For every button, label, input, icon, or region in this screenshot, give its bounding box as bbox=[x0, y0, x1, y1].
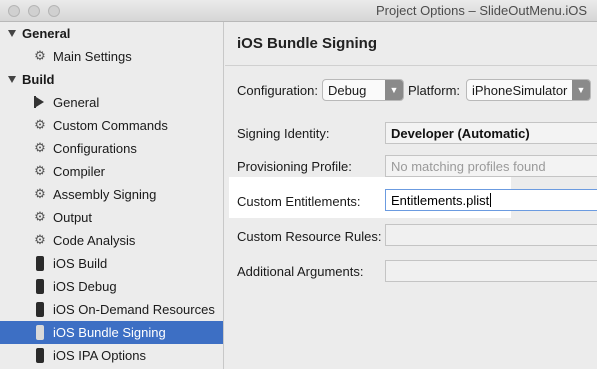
sidebar-item-label: iOS On-Demand Resources bbox=[53, 302, 215, 317]
sidebar-item-label: iOS Debug bbox=[53, 279, 117, 294]
window-title: Project Options – SlideOutMenu.iOS bbox=[376, 3, 587, 18]
signing-identity-label: Signing Identity: bbox=[237, 126, 330, 141]
play-icon bbox=[34, 96, 44, 108]
sidebar-item-ios-debug[interactable]: iOS Debug bbox=[0, 275, 223, 298]
sidebar-item-label: Compiler bbox=[53, 164, 106, 179]
gear-icon: ⚙ bbox=[34, 48, 46, 63]
custom-entitlements-value: Entitlements.plist bbox=[391, 193, 492, 208]
sidebar-item-main-settings[interactable]: ⚙ Main Settings bbox=[0, 45, 223, 68]
configuration-select[interactable]: Debug ▼ bbox=[322, 79, 404, 101]
disclosure-triangle-icon[interactable] bbox=[8, 76, 16, 83]
signing-identity-value: Developer (Automatic) bbox=[391, 126, 530, 141]
sidebar-item-label: iOS Bundle Signing bbox=[53, 325, 166, 340]
additional-arguments-input[interactable] bbox=[385, 260, 597, 282]
sidebar-item-configurations[interactable]: ⚙ Configurations bbox=[0, 137, 223, 160]
sidebar-item-label: Output bbox=[53, 210, 93, 225]
panel-header: iOS Bundle Signing bbox=[225, 22, 597, 66]
provisioning-profile-select[interactable]: No matching profiles found bbox=[385, 155, 597, 177]
custom-resource-rules-input[interactable] bbox=[385, 224, 597, 246]
platform-select[interactable]: iPhoneSimulator ▼ bbox=[466, 79, 591, 101]
additional-arguments-label: Additional Arguments: bbox=[237, 264, 364, 279]
sidebar-item-label: iOS IPA Options bbox=[53, 348, 146, 363]
custom-entitlements-label: Custom Entitlements: bbox=[237, 194, 361, 209]
disclosure-triangle-icon[interactable] bbox=[8, 30, 16, 37]
sidebar-item-label: Code Analysis bbox=[53, 233, 136, 248]
gear-icon: ⚙ bbox=[34, 163, 46, 178]
phone-icon bbox=[36, 302, 44, 317]
sidebar-item-label: Assembly Signing bbox=[53, 187, 157, 202]
sidebar-item-label: General bbox=[53, 95, 100, 110]
sidebar-item-label: Main Settings bbox=[53, 49, 132, 64]
sidebar-group-general[interactable]: General bbox=[0, 22, 223, 45]
gear-icon: ⚙ bbox=[34, 209, 46, 224]
phone-icon bbox=[36, 279, 44, 294]
sidebar-item-code-analysis[interactable]: ⚙ Code Analysis bbox=[0, 229, 223, 252]
sidebar-item-output[interactable]: ⚙ Output bbox=[0, 206, 223, 229]
custom-entitlements-input[interactable]: Entitlements.plist bbox=[385, 189, 597, 211]
custom-resource-rules-label: Custom Resource Rules: bbox=[237, 229, 382, 244]
sidebar-item-ios-ipa-options[interactable]: iOS IPA Options bbox=[0, 344, 223, 367]
phone-icon bbox=[36, 256, 44, 271]
title-bar: Project Options – SlideOutMenu.iOS bbox=[0, 0, 597, 22]
dropdown-arrow-icon: ▼ bbox=[385, 80, 403, 100]
sidebar-item-label: Custom Commands bbox=[53, 118, 168, 133]
configuration-value: Debug bbox=[328, 83, 367, 98]
sidebar-item-label: Configurations bbox=[53, 141, 137, 156]
gear-icon: ⚙ bbox=[34, 117, 46, 132]
sidebar-item-ios-on-demand-resources[interactable]: iOS On-Demand Resources bbox=[0, 298, 223, 321]
options-sidebar: General ⚙ Main Settings Build General ⚙ … bbox=[0, 22, 224, 369]
sidebar-group-build[interactable]: Build bbox=[0, 68, 223, 91]
platform-label: Platform: bbox=[408, 83, 461, 98]
configuration-label: Configuration: bbox=[237, 83, 318, 98]
sidebar-group-label: General bbox=[22, 26, 71, 41]
sidebar-item-ios-build[interactable]: iOS Build bbox=[0, 252, 223, 275]
sidebar-item-assembly-signing[interactable]: ⚙ Assembly Signing bbox=[0, 183, 223, 206]
page-title: iOS Bundle Signing bbox=[237, 35, 377, 52]
gear-icon: ⚙ bbox=[34, 232, 46, 247]
provisioning-profile-label: Provisioning Profile: bbox=[237, 159, 352, 174]
zoom-window-button[interactable] bbox=[48, 5, 60, 17]
minimize-window-button[interactable] bbox=[28, 5, 40, 17]
gear-icon: ⚙ bbox=[34, 140, 46, 155]
platform-value: iPhoneSimulator bbox=[472, 83, 568, 98]
sidebar-item-custom-commands[interactable]: ⚙ Custom Commands bbox=[0, 114, 223, 137]
settings-panel: iOS Bundle Signing Configuration: Debug … bbox=[225, 22, 597, 369]
sidebar-group-label: Build bbox=[22, 72, 55, 87]
phone-icon bbox=[36, 325, 44, 340]
gear-icon: ⚙ bbox=[34, 186, 46, 201]
text-caret bbox=[490, 193, 492, 207]
dropdown-arrow-icon: ▼ bbox=[572, 80, 590, 100]
close-window-button[interactable] bbox=[8, 5, 20, 17]
sidebar-item-compiler[interactable]: ⚙ Compiler bbox=[0, 160, 223, 183]
sidebar-item-ios-bundle-signing[interactable]: iOS Bundle Signing bbox=[0, 321, 223, 344]
provisioning-profile-value: No matching profiles found bbox=[391, 159, 546, 174]
sidebar-item-label: iOS Build bbox=[53, 256, 108, 271]
signing-identity-select[interactable]: Developer (Automatic) bbox=[385, 122, 597, 144]
sidebar-item-build-general[interactable]: General bbox=[0, 91, 223, 114]
phone-icon bbox=[36, 348, 44, 363]
